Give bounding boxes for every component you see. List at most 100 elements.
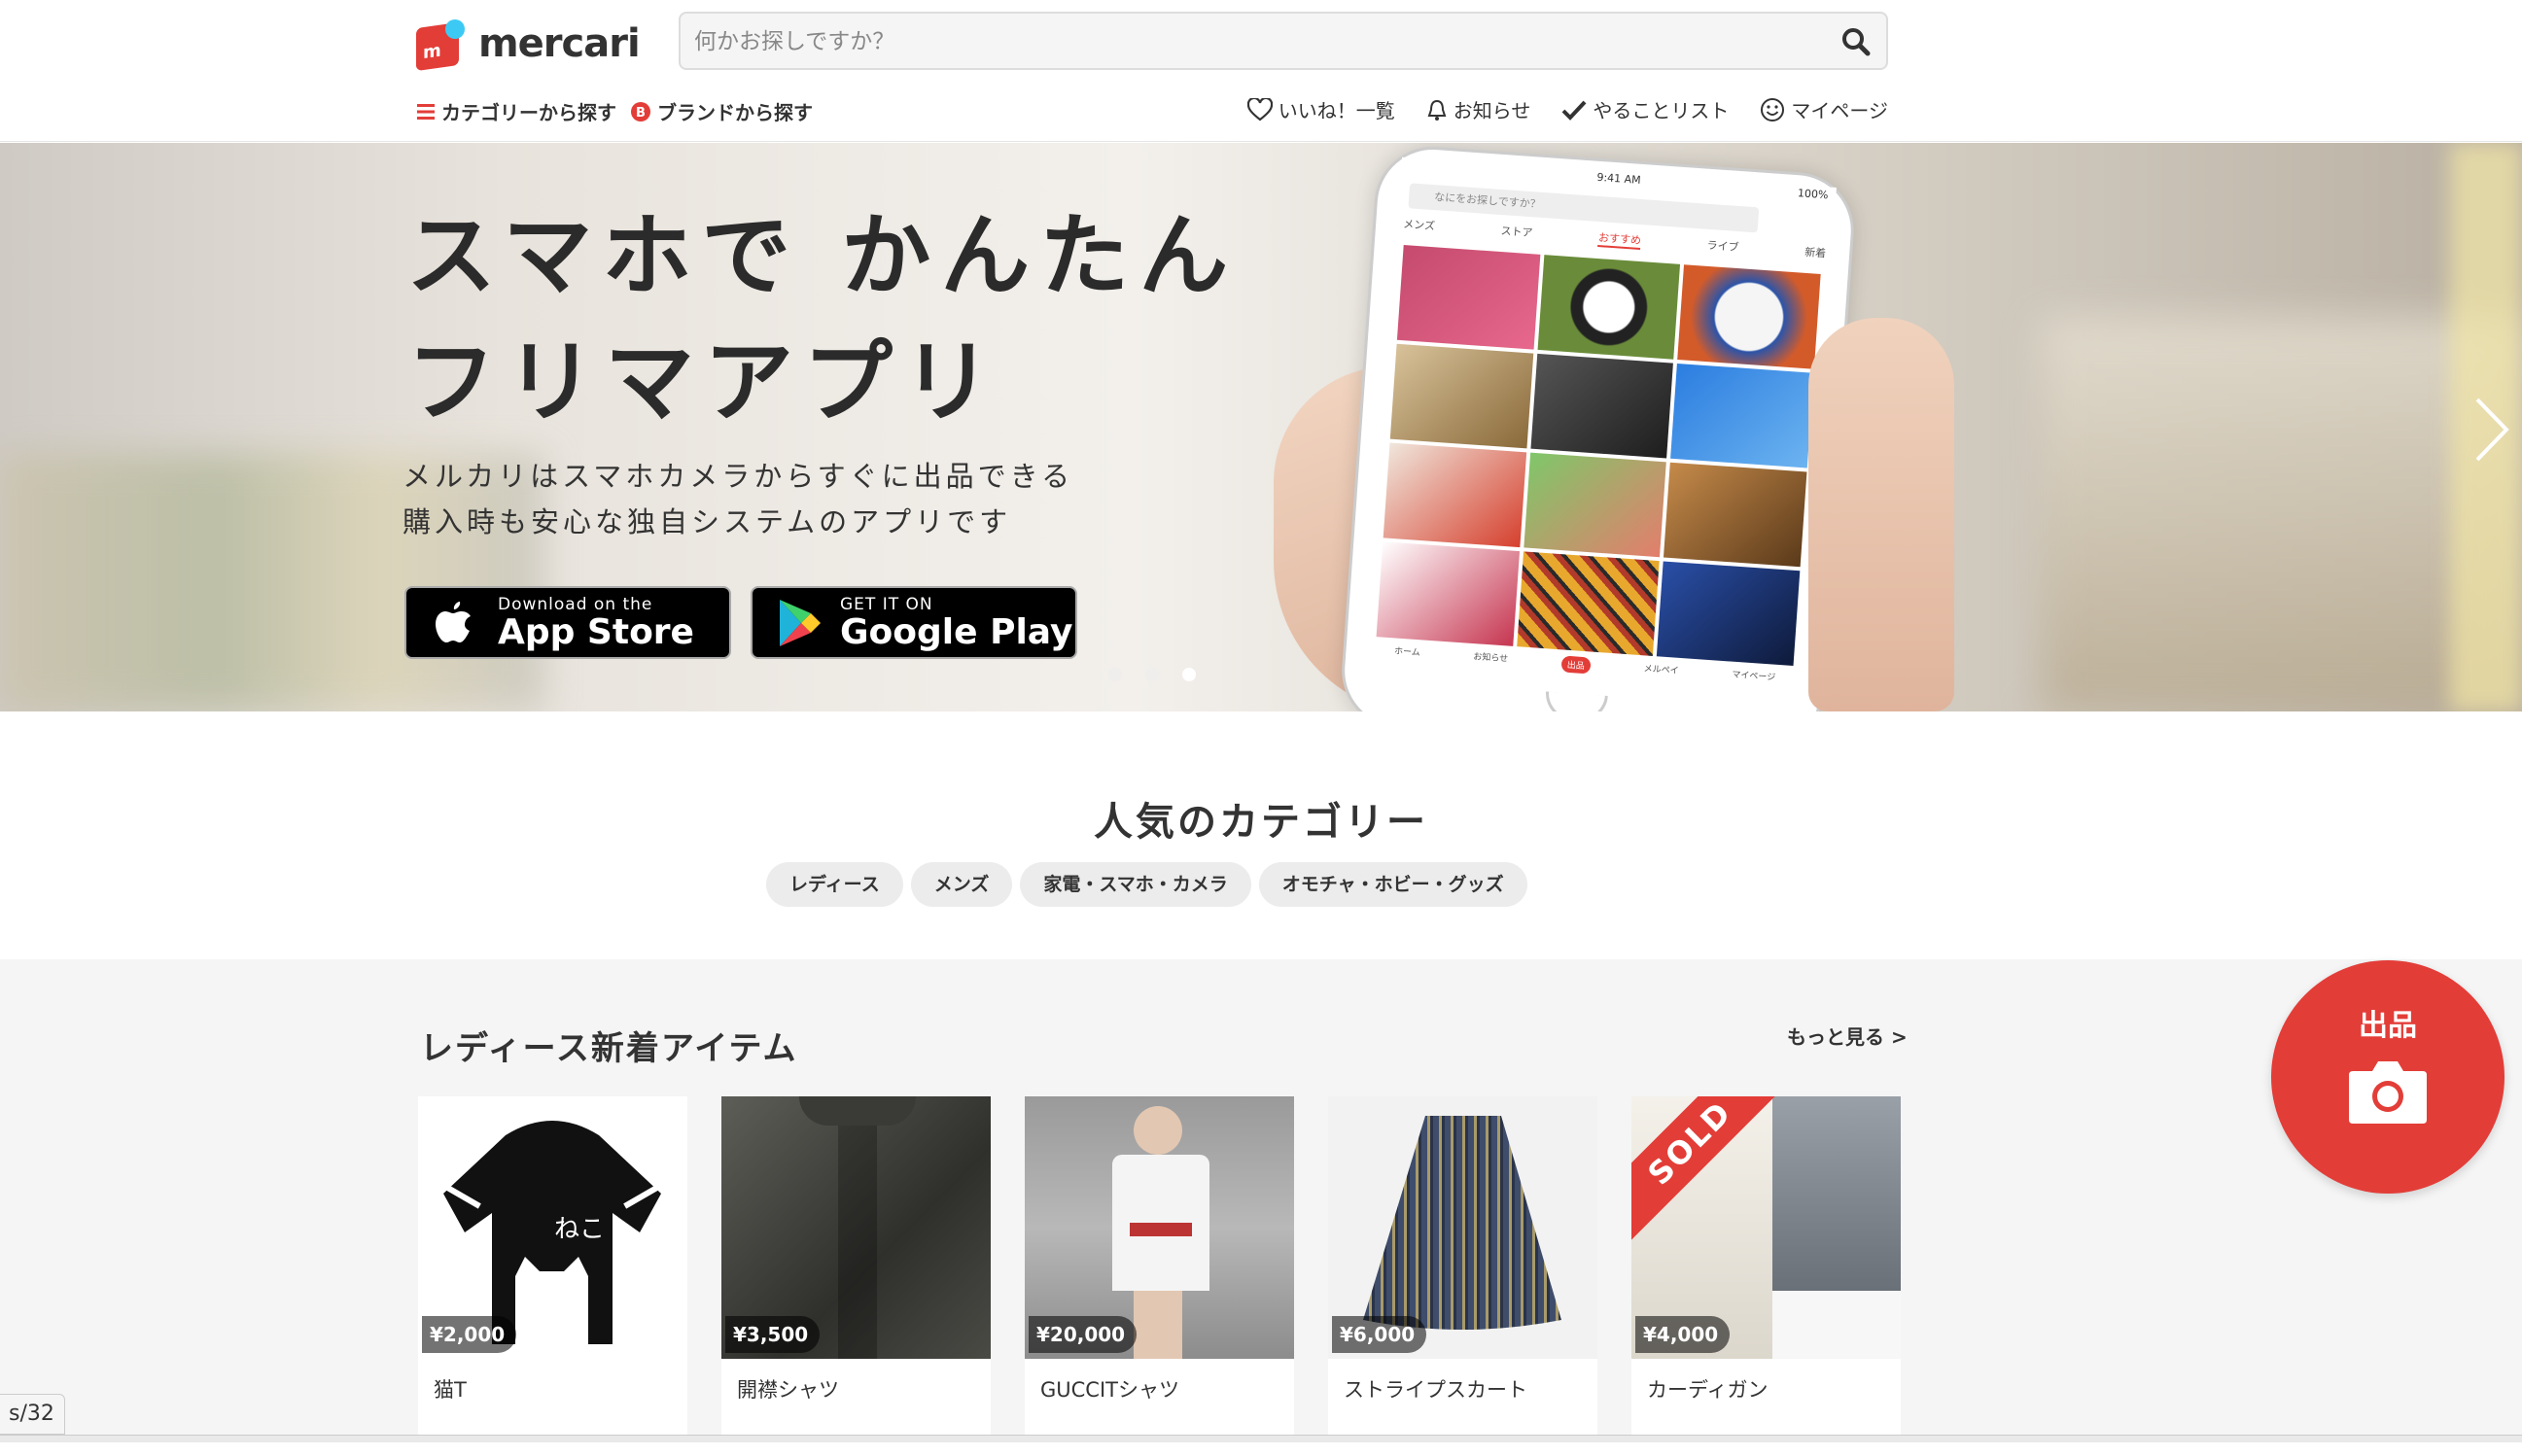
phone-item-tile [1516, 551, 1661, 656]
item-card[interactable]: ¥20,000 GUCCITシャツ [1025, 1096, 1294, 1456]
app-store-big-text: App Store [498, 611, 694, 652]
phone-item-tile [1664, 462, 1807, 568]
nav-category-label: カテゴリーから探す [441, 101, 616, 124]
item-name: ストライプスカート [1344, 1378, 1527, 1402]
google-play-small-text: GET IT ON [840, 594, 933, 614]
carousel-dots [1108, 668, 1196, 681]
item-image: SOLD ¥4,000 [1631, 1096, 1901, 1359]
phone-tab: ストア [1500, 224, 1533, 240]
item-price: ¥6,000 [1332, 1316, 1427, 1353]
svg-text:ねこ: ねこ [554, 1215, 605, 1244]
chevron-right-icon [2475, 398, 2509, 462]
google-play-button[interactable]: GET IT ON Google Play [751, 586, 1077, 659]
phone-nav-notice: お知らせ [1473, 652, 1509, 665]
item-price: ¥4,000 [1635, 1316, 1731, 1353]
hero-banner[interactable]: スマホで かんたん フリマアプリ メルカリはスマホカメラからすぐに出品できる 購… [0, 143, 2522, 711]
nav-brand-label: ブランドから探す [657, 101, 813, 124]
heart-icon [1246, 97, 1273, 121]
phone-nav-pay: メルペイ [1643, 664, 1679, 676]
nav-notifications-label: お知らせ [1453, 99, 1531, 122]
phone-item-grid [1376, 245, 1821, 667]
logo-wordmark: mercari [478, 21, 641, 66]
mercari-logo-icon: m [416, 17, 467, 72]
item-card[interactable]: SOLD ¥4,000 カーディガン [1631, 1096, 1901, 1456]
phone-item-tile [1523, 452, 1667, 558]
phone-item-tile [1677, 264, 1821, 369]
phone-nav-mypage: マイページ [1732, 670, 1776, 683]
phone-item-tile [1530, 353, 1674, 459]
popular-categories-title: 人気のカテゴリー [1094, 800, 1428, 845]
nav-brand-link[interactable]: B ブランドから探す [630, 97, 813, 125]
search-button[interactable] [1839, 25, 1873, 58]
phone-home-button [1544, 691, 1608, 711]
mercari-logo[interactable]: m mercari [416, 17, 641, 72]
item-image: ¥20,000 [1025, 1096, 1294, 1359]
item-price: ¥20,000 [1029, 1316, 1138, 1353]
window-bottom-edge [0, 1435, 2522, 1442]
phone-item-tile [1383, 442, 1526, 548]
item-price: ¥3,500 [725, 1316, 821, 1353]
see-more-link[interactable]: もっと見る > [1787, 1022, 1908, 1050]
nav-left: カテゴリーから探す B ブランドから探す [416, 97, 813, 125]
nav-mypage-label: マイページ [1791, 99, 1888, 122]
hand-thumb-image [1808, 318, 1954, 711]
chip-mens[interactable]: メンズ [910, 862, 1013, 907]
phone-tab: メンズ [1402, 217, 1436, 233]
new-items-section: レディース新着アイテム もっと見る > ねこ ¥2,000 猫T ¥3,500 [0, 959, 2522, 1456]
phone-screen: 9:41 AM 100% なにをお探しですか？ メンズ ストア おすすめ ライブ… [1366, 156, 1837, 692]
sell-button[interactable]: 出品 [2271, 960, 2504, 1194]
nav-mypage-link[interactable]: マイページ [1760, 95, 1888, 123]
nav-right: いいね！一覧 お知らせ やることリスト マイページ [1246, 95, 1888, 123]
search-icon [1842, 28, 1871, 56]
apple-icon [436, 601, 471, 642]
item-name: カーディガン [1647, 1378, 1769, 1402]
nav-todo-link[interactable]: やることリスト [1561, 95, 1729, 123]
nav-notifications-link[interactable]: お知らせ [1426, 95, 1531, 123]
chip-toys[interactable]: オモチャ・ホビー・グッズ [1258, 862, 1527, 907]
item-card-list: ねこ ¥2,000 猫T ¥3,500 開襟シャツ ¥20,000 GUCCIT [418, 1096, 1901, 1456]
item-price: ¥2,000 [422, 1316, 517, 1353]
app-store-button[interactable]: Download on the App Store [404, 586, 731, 659]
chip-ladies[interactable]: レディース [766, 862, 903, 907]
phone-battery: 100% [1797, 187, 1829, 202]
item-image: ¥3,500 [721, 1096, 991, 1359]
search-bar [679, 12, 1888, 70]
google-play-big-text: Google Play [840, 611, 1073, 652]
phone-tab: おすすめ [1597, 229, 1642, 251]
phone-item-tile [1389, 343, 1533, 449]
status-url-tooltip: s/32 [0, 1394, 65, 1435]
item-card[interactable]: ねこ ¥2,000 猫T [418, 1096, 687, 1456]
svg-text:B: B [636, 106, 646, 121]
phone-mockup: 9:41 AM 100% なにをお探しですか？ メンズ ストア おすすめ ライブ… [1338, 143, 1858, 711]
phone-item-tile [1396, 245, 1541, 350]
check-icon [1561, 100, 1587, 121]
search-input[interactable] [694, 25, 1812, 58]
new-items-title: レディース新着アイテム [420, 1029, 798, 1068]
item-name: 猫T [434, 1378, 467, 1402]
nav-likes-label: いいね！一覧 [1278, 99, 1395, 122]
bell-icon [1427, 99, 1447, 121]
carousel-dot[interactable] [1108, 668, 1122, 681]
item-name: GUCCITシャツ [1040, 1378, 1179, 1402]
carousel-dot-active[interactable] [1182, 668, 1196, 681]
item-name: 開襟シャツ [737, 1378, 839, 1402]
item-image: ねこ ¥2,000 [418, 1096, 687, 1359]
play-icon [780, 599, 821, 646]
phone-item-tile [1376, 541, 1520, 646]
phone-tab: 新着 [1804, 245, 1827, 260]
hero-title: スマホで かんたん フリマアプリ [406, 204, 1239, 434]
site-header: m mercari カテゴリーから探す B ブランドから探す [0, 0, 2522, 142]
nav-todo-label: やることリスト [1593, 99, 1730, 122]
phone-nav-home: ホーム [1393, 646, 1421, 659]
nav-likes-link[interactable]: いいね！一覧 [1246, 95, 1395, 123]
brand-icon: B [631, 101, 650, 121]
phone-tab: ライブ [1706, 238, 1740, 255]
popular-categories-section: 人気のカテゴリー レディース メンズ 家電・スマホ・カメラ オモチャ・ホビー・グ… [0, 712, 2522, 959]
chip-electronics[interactable]: 家電・スマホ・カメラ [1020, 862, 1251, 907]
carousel-dot[interactable] [1145, 668, 1159, 681]
nav-category-link[interactable]: カテゴリーから探す [416, 97, 616, 125]
item-card[interactable]: ¥3,500 開襟シャツ [721, 1096, 991, 1456]
item-card[interactable]: ¥6,000 ストライプスカート [1328, 1096, 1597, 1456]
camera-icon [2349, 1061, 2427, 1124]
carousel-next-button[interactable] [2471, 396, 2510, 464]
